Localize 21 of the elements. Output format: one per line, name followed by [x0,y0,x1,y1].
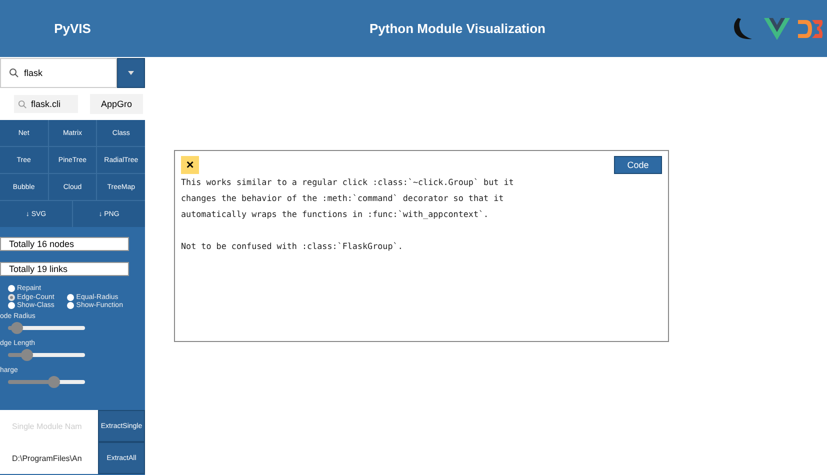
close-button[interactable]: × [181,156,199,174]
stat-field: Totally 19 links [0,262,129,276]
doc-text: This works similar to a regular click :class:`~click.Group` but it changes the behavior of the :meth:`command` decorator so that it automatically wraps the functions in :func:`with_appcontext`. [181,176,515,221]
module-button[interactable]: AppGro [90,94,143,114]
brand-title: PyVIS [53,21,92,36]
search-icon [18,100,27,108]
slider-thumb[interactable] [21,349,34,361]
stat-field: Totally 16 nodes [0,237,129,251]
path-field[interactable]: D:\ProgramFiles\An [0,442,98,474]
dropdown-button[interactable] [117,58,145,88]
doc-text: Not to be confused with :class:`FlaskGroup`. [181,240,404,253]
d3-logo-icon [798,18,824,40]
caret-icon [128,71,134,75]
slider-thumb[interactable] [48,376,60,388]
search-field[interactable]: flask [0,58,117,88]
page-title: Python Module Visualization [368,21,546,36]
search-icon [9,68,19,78]
code-button[interactable]: Code [614,156,662,174]
module-search-field[interactable]: flask.cli [14,95,78,113]
slider-thumb[interactable] [11,322,24,334]
v-logo-icon [764,18,790,40]
